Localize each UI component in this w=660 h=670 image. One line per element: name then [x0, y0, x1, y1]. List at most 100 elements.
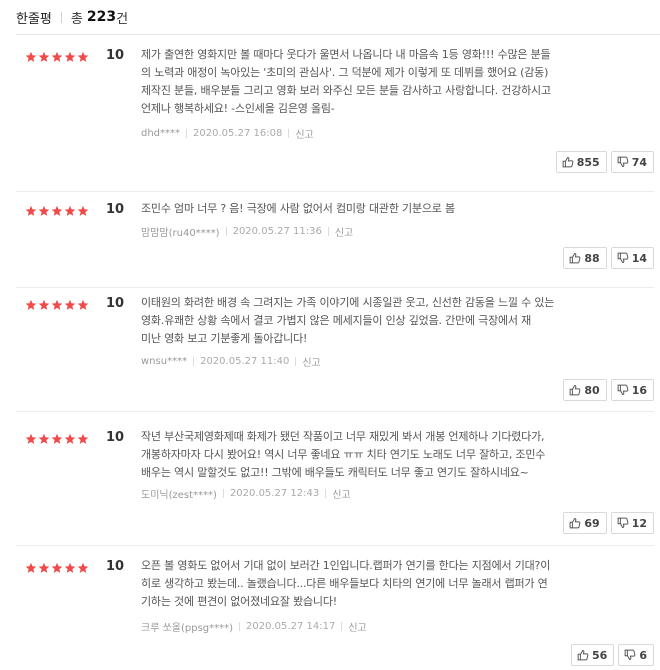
star-icon: [51, 51, 63, 62]
dislike-count: 12: [631, 516, 647, 530]
review-date: 2020.05.27 11:40: [200, 356, 290, 367]
like-count: 69: [584, 516, 600, 530]
meta-divider: [193, 357, 195, 366]
meta-divider: [222, 489, 224, 498]
review-meta: 도미닉(zest****) 2020.05.27 12:43 신고: [141, 486, 351, 501]
like-button[interactable]: 855: [555, 151, 607, 173]
review-meta: 크루 쏘올(ppsg****) 2020.05.27 14:17 신고: [141, 619, 367, 634]
review-text: 오픈 볼 영화도 없어서 기대 없이 보러간 1인입니다.랩퍼가 연기를 한다는…: [141, 557, 651, 611]
meta-divider: [295, 357, 297, 366]
review-text-line: 이태원의 화려한 배경 속 그려지는 가족 이야기에 시종일관 웃고, 신선한 …: [141, 296, 555, 309]
report-link[interactable]: 신고: [302, 354, 320, 369]
meta-divider: [239, 622, 241, 631]
star-icon: [64, 562, 76, 573]
star-icon: [64, 299, 76, 310]
total-unit: 건: [116, 11, 129, 27]
reviewer-name: 맘맘맘(ru40****): [141, 228, 220, 239]
review-text-line: 제작진 분들, 배우분들 그리고 영화 보러 와주신 모든 분들 감사하고 사랑…: [141, 84, 551, 97]
like-count: 88: [584, 251, 600, 265]
review-date: 2020.05.27 11:36: [232, 226, 322, 237]
star-icon: [77, 433, 89, 444]
review-item: 10 제가 출연한 영화지만 볼 때마다 웃다가 울면서 나옵니다 내 마음속 …: [16, 46, 654, 192]
dislike-count: 14: [631, 251, 647, 265]
star-icon: [77, 299, 89, 310]
review-text-line: 의 노력과 애정이 녹아있는 '초미의 관심사'. 그 덕분에 제가 이렇게 또…: [141, 66, 549, 79]
report-link[interactable]: 신고: [335, 224, 353, 239]
review-text-line: 제가 출연한 영화지만 볼 때마다 웃다가 울면서 나옵니다 내 마음속 1등 …: [141, 48, 551, 61]
star-icon: [64, 205, 76, 216]
vote-buttons: 56 6: [567, 644, 654, 666]
total-label: 총: [70, 11, 83, 27]
star-icon: [25, 562, 37, 573]
review-date: 2020.05.27 12:43: [229, 488, 320, 499]
star-rating: [25, 562, 90, 574]
star-icon: [51, 299, 63, 310]
thumbs-down-icon: [617, 384, 629, 395]
like-count: 80: [584, 383, 600, 397]
star-icon: [77, 205, 89, 216]
star-icon: [38, 205, 50, 216]
reviewer-name: dhd****: [141, 128, 181, 139]
review-text-line: 배우는 역시 말할것도 없고!! 그밖에 배우들도 캐릭터도 너무 좋고 연기도…: [141, 466, 529, 479]
star-icon: [64, 433, 76, 444]
review-text-line: 개봉하자마자 다시 봤어요! 역시 너무 좋네요 ㅠㅠ 치타 연기도 노래도 너…: [141, 448, 546, 461]
dislike-button[interactable]: 74: [610, 151, 654, 173]
dislike-button[interactable]: 12: [610, 512, 654, 534]
star-icon: [51, 205, 63, 216]
review-date: 2020.05.27 16:08: [193, 128, 283, 139]
review-date: 2020.05.27 14:17: [246, 621, 336, 632]
review-score: 10: [106, 202, 125, 217]
review-text-line: 히로 생각하고 봤는데.. 놀랬습니다...다른 배우들보다 치타의 연기에 너…: [141, 577, 548, 590]
dislike-count: 16: [631, 383, 647, 397]
section-title: 한줄평: [16, 11, 52, 27]
review-score: 10: [106, 296, 125, 311]
like-button[interactable]: 88: [563, 247, 607, 269]
thumbs-down-icon: [617, 252, 629, 263]
review-item: 10 이태원의 화려한 배경 속 그려지는 가족 이야기에 시종일관 웃고, 신…: [16, 294, 654, 412]
like-count: 855: [576, 155, 600, 169]
star-rating: [25, 205, 90, 217]
thumbs-up-icon: [577, 650, 589, 661]
reviewer-name: 크루 쏘올(ppsg****): [141, 623, 234, 634]
meta-divider: [225, 227, 227, 236]
review-text-line: 언제나 행복하세요! -스인세을 김은영 올림-: [141, 102, 335, 115]
review-meta: 맘맘맘(ru40****) 2020.05.27 11:36 신고: [141, 224, 353, 239]
vote-buttons: 855 74: [552, 151, 654, 173]
star-rating: [25, 51, 90, 63]
review-score: 10: [106, 430, 125, 445]
meta-divider: [341, 622, 343, 631]
review-item: 10 오픈 볼 영화도 없어서 기대 없이 보러간 1인입니다.랩퍼가 연기를 …: [16, 557, 654, 670]
like-button[interactable]: 69: [563, 512, 607, 534]
star-rating: [25, 433, 90, 445]
star-icon: [38, 562, 50, 573]
star-rating: [25, 299, 90, 311]
dislike-button[interactable]: 14: [610, 247, 654, 269]
review-divider: [16, 287, 654, 288]
header-divider: [60, 11, 62, 23]
dislike-button[interactable]: 16: [610, 379, 654, 401]
report-link[interactable]: 신고: [295, 126, 313, 141]
dislike-button[interactable]: 6: [618, 644, 654, 666]
like-button[interactable]: 56: [571, 644, 615, 666]
thumbs-down-icon: [624, 649, 636, 660]
star-icon: [38, 51, 50, 62]
review-text-line: 미난 영화 보고 기분좋게 돌아갑니다!: [141, 332, 308, 345]
review-text: 작년 부산국제영화제때 화제가 됐던 작품이고 너무 재밌게 봐서 개봉 언제하…: [141, 428, 651, 482]
like-button[interactable]: 80: [563, 379, 607, 401]
report-link[interactable]: 신고: [348, 619, 366, 634]
vote-buttons: 80 16: [559, 379, 654, 401]
review-score: 10: [106, 559, 125, 574]
star-icon: [51, 433, 63, 444]
thumbs-down-icon: [617, 156, 629, 167]
star-icon: [25, 299, 37, 310]
report-link[interactable]: 신고: [332, 486, 350, 501]
review-divider: [16, 411, 654, 412]
reviewer-name: 도미닉(zest****): [141, 490, 217, 501]
total-count: 223: [86, 9, 117, 25]
meta-divider: [186, 129, 188, 138]
review-meta: wnsu**** 2020.05.27 11:40 신고: [141, 354, 321, 369]
review-divider: [16, 545, 654, 546]
review-text: 제가 출연한 영화지만 볼 때마다 웃다가 울면서 나옵니다 내 마음속 1등 …: [141, 46, 651, 118]
review-header: 한줄평 총 223 건: [16, 6, 128, 28]
review-text-line: 작년 부산국제영화제때 화제가 됐던 작품이고 너무 재밌게 봐서 개봉 언제하…: [141, 430, 545, 443]
